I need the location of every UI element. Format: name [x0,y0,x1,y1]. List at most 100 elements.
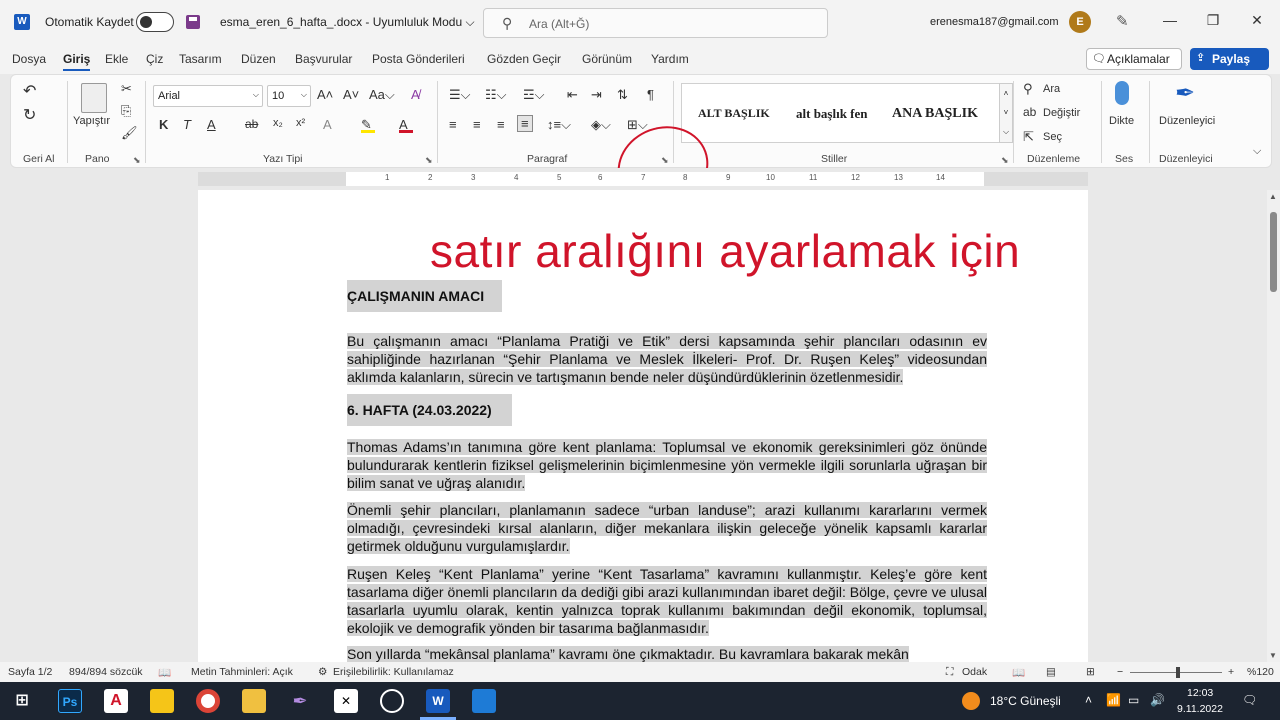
document-title[interactable]: esma_eren_6_hafta_.docx - Uyumluluk Modu… [220,15,475,30]
photos-icon[interactable] [472,689,496,713]
numbering-icon[interactable]: ☷⌵ [485,87,507,103]
tab-posta[interactable]: Posta Gönderileri [372,52,465,66]
style-item[interactable]: ANA BAŞLIK [892,106,978,122]
align-right-icon[interactable]: ≡ [497,117,505,132]
select-icon[interactable]: ⇱ [1023,129,1034,145]
capcut-icon[interactable]: ✕ [334,689,358,713]
justify-icon[interactable]: ≡ [517,115,533,132]
styles-gallery[interactable]: ALT BAŞLIK alt başlık fen ANA BAŞLIK [681,83,1001,143]
heading-6-hafta[interactable]: 6. HAFTA (24.03.2022) [347,394,512,426]
paste-icon[interactable] [81,83,107,113]
read-mode-icon[interactable]: 📖 [1012,666,1025,679]
find-button[interactable]: Ara [1043,83,1060,95]
chrome-icon[interactable] [196,689,220,713]
focus-icon[interactable]: ⛶ [946,666,953,679]
find-icon[interactable]: ⚲ [1023,81,1033,97]
text-effects-icon[interactable]: A [323,117,332,132]
font-color-icon[interactable]: A [399,117,413,133]
network-icon[interactable]: 📶 [1106,693,1121,707]
tab-tasarim[interactable]: Tasarım [179,52,222,66]
tab-ekle[interactable]: Ekle [105,52,128,66]
word-taskbar-icon[interactable]: W [426,689,450,713]
battery-icon[interactable]: ▭ [1128,693,1139,707]
weather-text[interactable]: 18°C Güneşli [990,694,1061,708]
autosave-toggle[interactable] [136,12,174,32]
zoom-slider-thumb[interactable] [1176,667,1180,678]
microphone-icon[interactable] [1115,81,1129,105]
photoshop-icon[interactable]: Ps [58,689,82,713]
font-name-select[interactable]: Arial ⌵ [153,85,263,107]
paragraph-3[interactable]: Önemli şehir plancıları, planlamanın sad… [347,501,987,555]
scroll-up-icon[interactable]: ▲ [1269,192,1277,201]
align-left-icon[interactable]: ≡ [449,117,457,132]
vertical-scrollbar[interactable]: ▲ ▼ [1267,190,1280,662]
redo-icon[interactable]: ↻ [23,105,36,125]
feather-app-icon[interactable]: ✒ [288,689,312,713]
shading-icon[interactable]: ◈⌵ [591,117,611,133]
tab-giris[interactable]: Giriş [63,52,91,71]
restore-button[interactable]: ❐ [1203,12,1223,29]
zoom-in-icon[interactable]: + [1228,666,1234,678]
search-input[interactable]: ⚲ Ara (Alt+Ğ) [483,8,828,38]
bold-button[interactable]: K [159,117,168,132]
tab-ciz[interactable]: Çiz [146,52,163,66]
web-layout-icon[interactable]: ⊞ [1086,666,1095,678]
strikethrough-button[interactable]: ab [245,117,258,131]
save-icon[interactable] [186,15,200,29]
sticky-notes-icon[interactable] [150,689,174,713]
close-button[interactable]: ✕ [1247,12,1267,29]
accessibility-status[interactable]: Erişilebilirlik: Kullanılamaz [333,666,454,678]
minimize-button[interactable]: — [1160,12,1180,28]
dialog-launcher-icon[interactable]: ⬊ [425,155,433,166]
editor-icon[interactable]: ✒ [1175,79,1195,108]
volume-icon[interactable]: 🔊 [1150,693,1165,707]
multilevel-list-icon[interactable]: ☲⌵ [523,87,545,103]
paste-label[interactable]: Yapıştır [73,115,110,127]
zoom-out-icon[interactable]: − [1117,666,1123,678]
paragraph-5[interactable]: Son yıllarda “mekânsal planlama” kavramı… [347,645,987,662]
change-case-icon[interactable]: Aa⌵ [369,87,395,103]
windows-start-icon[interactable]: ⊞ [10,689,34,713]
paragraph-4[interactable]: Ruşen Keleş “Kent Planlama” yerine “Kent… [347,565,987,637]
line-spacing-icon[interactable]: ↕≡⌵ [547,117,571,133]
tab-basvurular[interactable]: Başvurular [295,52,352,66]
superscript-button[interactable]: x² [296,117,305,129]
copy-icon[interactable]: ⎘ [121,103,131,119]
align-center-icon[interactable]: ≡ [473,117,481,132]
dictate-button[interactable]: Dikte [1109,115,1134,127]
accessibility-icon[interactable]: ⚙ [318,666,327,678]
replace-button[interactable]: Değiştir [1043,107,1080,119]
paragraph-2[interactable]: Thomas Adams’ın tanımına göre kent planl… [347,438,987,492]
clear-format-icon[interactable]: A̸ [411,87,420,102]
file-explorer-icon[interactable] [242,689,266,713]
horizontal-ruler[interactable]: 1 2 3 4 5 6 7 8 9 10 11 12 13 14 [198,172,1088,186]
notifications-icon[interactable]: 🗨 [1242,693,1257,707]
style-item[interactable]: ALT BAŞLIK [698,106,770,121]
pen-icon[interactable]: ✎ [1116,12,1129,30]
dialog-launcher-icon[interactable]: ⬊ [133,155,141,166]
style-item[interactable]: alt başlık fen [796,106,868,122]
scroll-down-icon[interactable]: ▼ [1269,651,1277,660]
focus-button[interactable]: Odak [962,666,987,678]
subscript-button[interactable]: x₂ [273,117,283,129]
weather-icon[interactable] [962,692,980,710]
clock-date[interactable]: 9.11.2022 [1177,703,1223,715]
replace-icon[interactable]: ab [1023,105,1036,119]
increase-indent-icon[interactable]: ⇥ [591,87,602,103]
tab-gorunum[interactable]: Görünüm [582,52,632,66]
word-count[interactable]: 894/894 sözcük [69,666,143,678]
comments-button[interactable]: 🗨 Açıklamalar [1086,48,1182,70]
print-layout-icon[interactable]: ▤ [1046,666,1056,678]
show-marks-icon[interactable]: ¶ [647,87,654,102]
zoom-level[interactable]: %120 [1247,666,1274,678]
underline-button[interactable]: A [207,117,216,132]
account-email[interactable]: erenesma187@gmail.com [930,16,1059,28]
bullets-icon[interactable]: ☰⌵ [449,87,471,103]
undo-icon[interactable]: ↶ [23,81,36,101]
tab-gozden-gecir[interactable]: Gözden Geçir [487,52,561,66]
clock-time[interactable]: 12:03 [1187,687,1213,699]
tab-dosya[interactable]: Dosya [12,52,46,66]
page-indicator[interactable]: Sayfa 1/2 [8,666,52,678]
avatar[interactable]: E [1069,11,1091,33]
tab-duzen[interactable]: Düzen [241,52,276,66]
